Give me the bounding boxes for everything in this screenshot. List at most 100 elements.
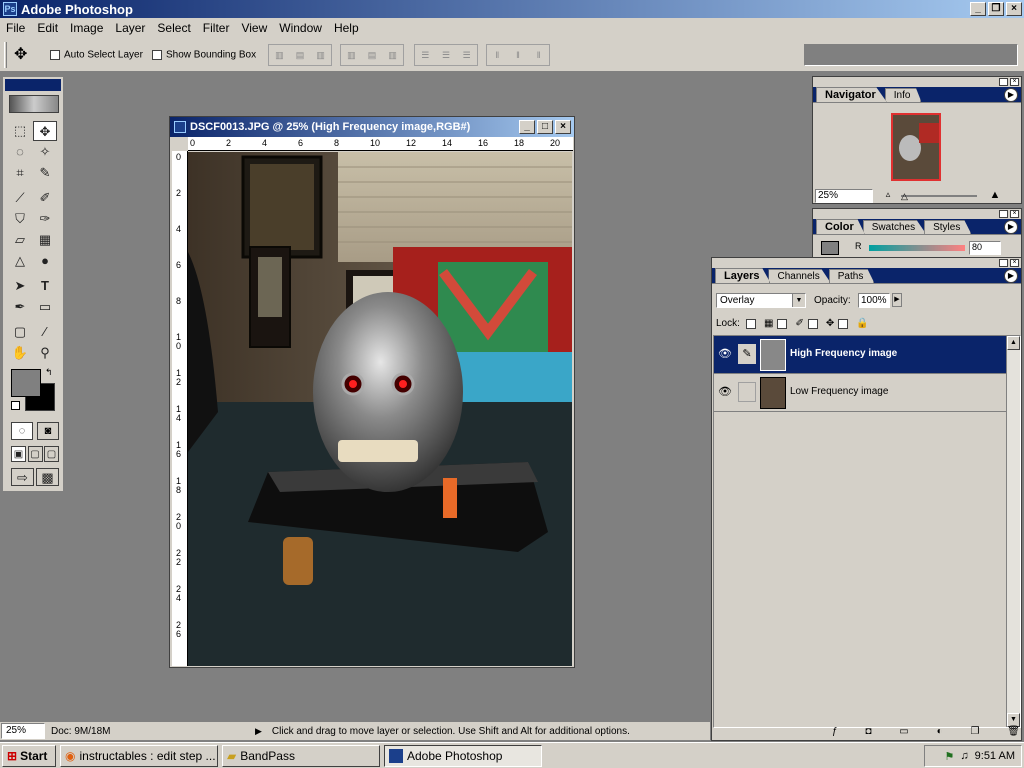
shape-tool-icon[interactable]: ▭ [33,297,57,317]
scroll-up-icon[interactable]: ▲ [1007,336,1020,350]
navigator-close-button[interactable]: × [1010,78,1019,86]
standard-mode-icon[interactable]: ◌ [11,422,33,440]
color-close-button[interactable]: × [1010,210,1019,218]
lock-all-checkbox[interactable] [838,318,849,329]
jump-to-imageready-icon[interactable]: ⇨ [11,468,34,486]
zoom-slider-thumb[interactable]: △ [901,191,908,202]
eraser-tool-icon[interactable]: ▱ [8,230,32,250]
navigator-zoom-field[interactable]: 25% [815,189,873,203]
document-title-bar[interactable]: DSCF0013.JPG @ 25% (High Frequency image… [170,117,574,137]
menu-view[interactable]: View [235,21,273,35]
color-menu-arrow-icon[interactable]: ▶ [1004,220,1018,234]
auto-select-checkbox[interactable] [50,50,60,61]
hand-tool-icon[interactable]: ✋ [8,343,32,363]
dodge-tool-icon[interactable]: ● [33,251,57,271]
doc-close-button[interactable]: × [555,120,571,134]
layer-mask-icon[interactable]: ◘ [865,726,871,740]
close-button[interactable]: × [1006,2,1022,16]
menu-filter[interactable]: Filter [197,21,236,35]
lock-image-checkbox[interactable] [777,318,788,329]
new-layer-icon[interactable]: ❐ [970,726,979,740]
layer-style-icon[interactable]: ƒ [832,726,838,740]
tab-swatches[interactable]: Swatches [862,220,927,234]
lock-transparency-checkbox[interactable] [746,318,756,329]
distribute-center-icon[interactable]: ‖ [516,50,520,60]
lasso-tool-icon[interactable]: ◌ [8,142,32,162]
imageready-icon[interactable]: ▩ [36,468,59,486]
toolbox-header[interactable] [5,79,61,91]
align-middle-icon[interactable]: ▤ [296,50,305,61]
slice-tool-icon[interactable]: ✎ [33,163,57,183]
status-zoom[interactable]: 25% [1,723,45,739]
blur-tool-icon[interactable]: △ [8,251,32,271]
pen-tool-icon[interactable]: ✒ [8,297,32,317]
horizontal-ruler[interactable]: 0 2 4 6 8 10 12 14 16 18 20 [188,137,573,151]
tab-channels[interactable]: Channels [768,269,831,283]
layer-row-high-frequency[interactable]: 👁 ✎ High Frequency image [714,336,1006,374]
chevron-down-icon[interactable]: ▼ [792,294,805,307]
zoom-slider[interactable] [901,195,977,197]
auto-select-layer-option[interactable]: Auto Select Layer [50,49,143,61]
opacity-arrow-icon[interactable]: ▶ [892,293,902,307]
gradient-tool-icon[interactable]: ▦ [33,230,57,250]
tab-styles[interactable]: Styles [924,220,972,234]
move-tool-icon[interactable]: ✥ [14,44,27,64]
eye-icon[interactable]: 👁 [718,347,732,360]
color-r-slider[interactable] [869,245,965,251]
distribute-middle-icon[interactable]: ☰ [442,50,450,61]
scroll-down-icon[interactable]: ▼ [1007,713,1020,727]
healing-brush-icon[interactable]: ⟋ [8,188,32,208]
adobe-online-icon[interactable] [9,95,59,113]
navigator-minimize-button[interactable] [999,78,1008,86]
distribute-bottom-icon[interactable]: ☰ [463,50,471,61]
network-icon[interactable]: ⚑ [945,750,955,763]
color-fg-swatch[interactable] [821,241,839,255]
task-bandpass[interactable]: ▰ BandPass [222,744,380,767]
zoom-tool-icon[interactable]: ⚲ [33,343,57,363]
distribute-left-icon[interactable]: ‖ [495,50,499,60]
align-bottom-icon[interactable]: ▥ [316,50,325,61]
minimize-button[interactable]: _ [970,2,986,16]
zoom-out-icon[interactable]: ▵ [879,189,897,203]
task-instructables[interactable]: ◉ instructables : edit step ... [60,744,218,767]
status-arrow-icon[interactable]: ▶ [255,726,262,737]
foreground-color-swatch-front[interactable] [11,369,41,397]
marquee-tool-icon[interactable]: ⬚ [8,121,32,141]
move-tool-icon[interactable]: ✥ [33,121,57,141]
layers-scrollbar[interactable]: ▲ ▼ [1006,336,1020,727]
navigator-menu-arrow-icon[interactable]: ▶ [1004,88,1018,102]
task-photoshop[interactable]: Adobe Photoshop [384,744,542,767]
options-grip[interactable] [4,42,7,68]
tab-info[interactable]: Info [884,88,922,102]
distribute-top-icon[interactable]: ☰ [421,50,429,61]
tab-paths[interactable]: Paths [828,269,875,283]
magic-wand-tool-icon[interactable]: ✧ [33,142,57,162]
notes-tool-icon[interactable]: ▢ [8,322,32,342]
history-brush-icon[interactable]: ✑ [33,209,57,229]
standard-screen-icon[interactable]: ▣ [11,446,26,462]
color-minimize-button[interactable] [999,210,1008,218]
align-top-icon[interactable]: ▥ [275,50,284,61]
zoom-in-icon[interactable]: ▲ [985,189,1005,203]
menu-layer[interactable]: Layer [109,21,151,35]
lock-position-checkbox[interactable] [807,318,818,329]
layers-minimize-button[interactable] [999,259,1008,267]
layer-row-low-frequency[interactable]: 👁 Low Frequency image [714,374,1006,412]
doc-maximize-button[interactable]: □ [537,120,553,134]
eye-icon[interactable]: 👁 [718,385,732,398]
menu-image[interactable]: Image [64,21,109,35]
vertical-ruler[interactable]: 0 2 4 6 8 1 0 1 2 1 4 1 6 1 8 2 0 2 2 2 4 2 6 [172,151,188,666]
new-set-icon[interactable]: ▭ [899,726,908,740]
show-bounding-box-option[interactable]: Show Bounding Box [152,49,256,61]
menu-window[interactable]: Window [273,21,328,35]
color-r-value[interactable]: 80 [969,241,1001,255]
brush-link-icon[interactable]: ✎ [738,344,756,364]
menu-help[interactable]: Help [328,21,365,35]
image-canvas[interactable] [188,152,572,666]
start-button[interactable]: ⊞ Start [2,744,56,767]
align-center-icon[interactable]: ▤ [368,50,377,61]
distribute-right-icon[interactable]: ‖ [537,50,541,60]
trash-icon[interactable]: 🗑 [1007,726,1020,740]
menu-edit[interactable]: Edit [31,21,64,35]
menu-select[interactable]: Select [151,21,196,35]
